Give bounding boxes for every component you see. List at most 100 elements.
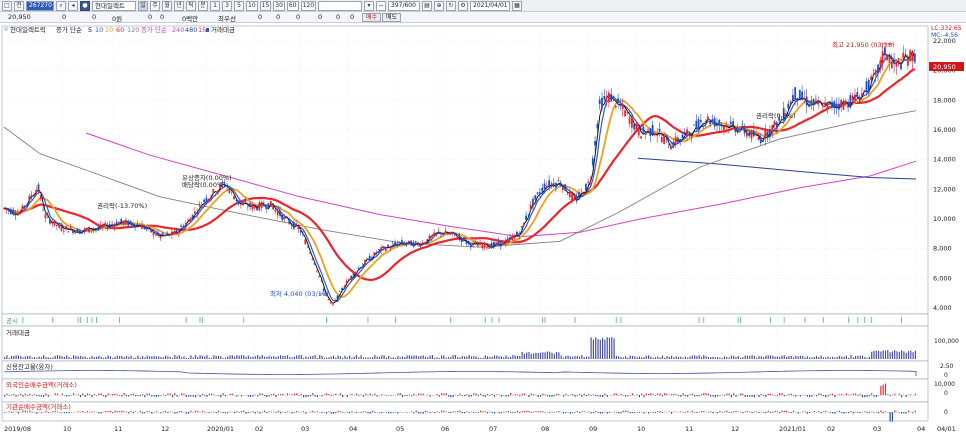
candle-body <box>578 192 580 198</box>
date-input[interactable]: 2021/04/01 <box>470 0 511 11</box>
institution-net-bar <box>197 410 199 413</box>
foreign-net-bar <box>100 393 102 396</box>
foreign-net-bar <box>855 393 857 396</box>
trading-value-bar <box>590 337 592 359</box>
settings-icon[interactable]: ⚙ <box>458 0 469 11</box>
stock-logo-icon: ● <box>80 0 90 11</box>
trading-value-bar <box>475 356 477 359</box>
trading-value-bar <box>247 355 249 359</box>
foreign-net-bar <box>539 395 542 397</box>
foreign-net-bar <box>220 395 222 398</box>
candle-body <box>62 230 65 232</box>
chart-menu-icon[interactable]: □ <box>2 0 12 11</box>
institution-net-bar <box>765 412 767 414</box>
trading-value-bar <box>744 355 746 359</box>
candle-body <box>313 263 316 265</box>
trading-value-bar <box>611 337 613 359</box>
foreign-net-bar <box>466 394 468 396</box>
candle-body <box>759 137 762 143</box>
buy-button[interactable]: 매수 <box>362 13 382 22</box>
candle-body <box>522 222 525 226</box>
sell-button[interactable]: 매도 <box>382 13 402 22</box>
stock-chart[interactable]: 현대일렉트릭 종가 단순 5 10 20 60 120 종가 단순 240 48… <box>0 23 966 443</box>
foreign-net-bar <box>194 395 197 398</box>
disclosure-mark <box>199 317 201 323</box>
institution-net-bar <box>514 412 516 413</box>
period-btn-1[interactable]: 1 <box>210 0 220 11</box>
institution-net-bar <box>608 412 611 413</box>
institution-net-bar <box>735 410 737 413</box>
trading-value-bar <box>756 357 758 359</box>
chart-canvas[interactable]: 현대일렉트릭 종가 단순 5 10 20 60 120 종가 단순 240 48… <box>0 23 966 443</box>
foreign-net-bar <box>160 395 162 396</box>
institution-net-bar <box>583 411 585 413</box>
chart-type-icon[interactable]: ▤ <box>422 0 433 11</box>
zoom-icon[interactable]: ⊕ <box>434 0 445 11</box>
stock-code-input[interactable]: 267270 <box>26 0 54 11</box>
candle-body <box>704 121 707 122</box>
stepper-down-icon[interactable]: ▾ <box>364 0 375 11</box>
foreign-net-bar <box>556 393 558 396</box>
calendar-icon[interactable]: ▦ <box>512 0 523 11</box>
institution-net-bar <box>243 410 245 413</box>
foreign-net-bar <box>344 394 346 396</box>
period-btn-15[interactable]: 15 <box>259 0 272 11</box>
institution-net-bar <box>719 410 721 413</box>
period-btn-3[interactable]: 3 <box>222 0 232 11</box>
trading-value-bar <box>705 356 707 359</box>
period-btn-60[interactable]: 60 <box>286 0 299 11</box>
period-week-button[interactable]: 주 <box>150 0 160 11</box>
time-tick-label: 09 <box>589 425 597 433</box>
candle-body <box>654 133 656 136</box>
institution-net-bar <box>710 411 712 413</box>
institution-net-bar <box>337 410 339 413</box>
candle-body <box>249 203 251 207</box>
foreign-net-bar <box>362 395 364 397</box>
foreign-net-bar <box>190 395 192 397</box>
period-btn-30[interactable]: 30 <box>273 0 285 11</box>
refresh-icon[interactable]: ↻ <box>446 0 457 11</box>
candle-body <box>440 232 442 235</box>
institution-net-bar <box>286 411 289 413</box>
foreign-net-bar <box>461 395 463 396</box>
trading-value-bar <box>282 355 284 359</box>
trading-value-bar <box>694 355 696 359</box>
institution-net-bar <box>31 412 33 413</box>
prev-stock-icon[interactable]: ◂ <box>68 0 78 11</box>
foreign-net-bar <box>282 393 284 396</box>
trading-value-bar <box>776 356 778 359</box>
minus-button[interactable]: − <box>376 0 387 11</box>
candle-body <box>757 137 760 140</box>
interval-input[interactable] <box>318 0 363 11</box>
foreign-net-bar <box>579 393 581 396</box>
period-day-button[interactable]: 일 <box>138 0 148 11</box>
institution-net-bar <box>887 412 889 413</box>
candle-body <box>437 231 440 233</box>
foreign-net-bar <box>562 395 565 397</box>
trading-value-bar <box>36 357 38 359</box>
period-btn-10[interactable]: 10 <box>246 0 258 11</box>
period-year-button[interactable]: 년 <box>174 0 184 11</box>
period-minute-button[interactable]: 분 <box>198 0 208 11</box>
period-month-button[interactable]: 월 <box>162 0 172 11</box>
candle-body <box>518 233 521 237</box>
trading-value-bar <box>43 355 45 359</box>
candle-body <box>145 227 148 229</box>
trading-value-bar <box>114 356 116 359</box>
period-tick-button[interactable]: 틱 <box>186 0 196 11</box>
search-icon[interactable]: ⌕ <box>56 0 66 11</box>
volume-unit: 0원 <box>112 15 123 23</box>
period-btn-120[interactable]: 120 <box>300 0 317 11</box>
trading-value-bar <box>542 352 544 359</box>
foreign-net-bar <box>882 384 884 396</box>
mode-dropdown[interactable]: 전 <box>14 0 24 11</box>
foreign-net-bar <box>710 395 712 397</box>
trading-value-bar <box>250 357 252 359</box>
institution-net-bar <box>445 411 447 413</box>
foreign-net-bar <box>296 393 298 396</box>
foreign-net-bar <box>280 394 282 396</box>
institution-net-bar <box>802 411 804 413</box>
foreign-net-bar <box>551 395 553 397</box>
period-btn-5[interactable]: 5 <box>234 0 244 11</box>
time-tick-label: 02 <box>255 425 263 433</box>
